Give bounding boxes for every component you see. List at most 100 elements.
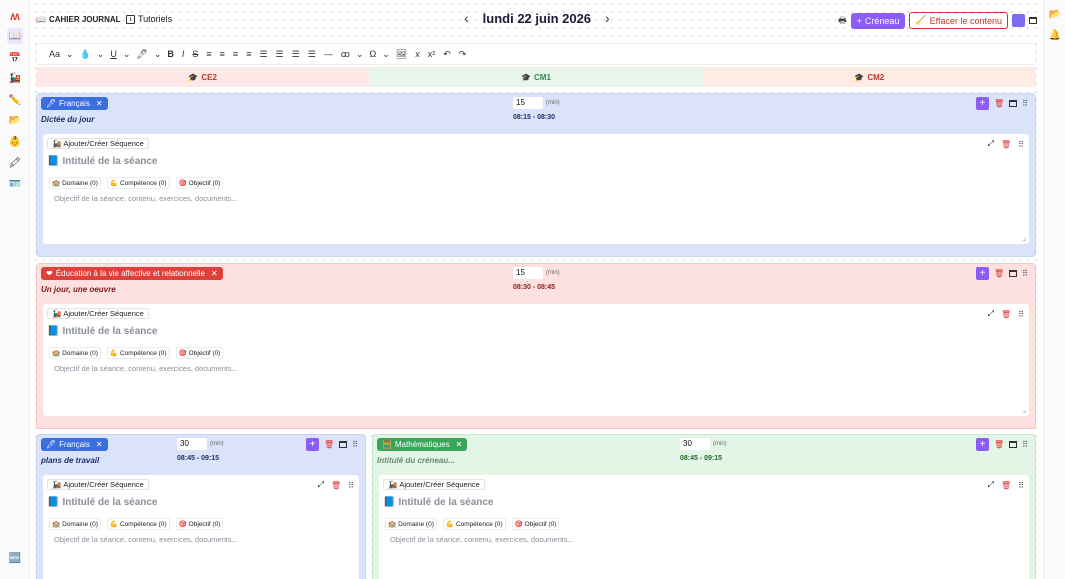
prev-day-button[interactable]: ‹ — [464, 10, 469, 26]
content-editor[interactable]: Objectif de la séance, contenu, exercice… — [54, 194, 238, 203]
domaine-tag[interactable]: 🏫 Domaine (0) — [49, 177, 101, 189]
expand-icon[interactable]: ⤢ — [988, 139, 994, 149]
level-cm1[interactable]: 🎓 CM1 — [369, 67, 703, 87]
competence-tag[interactable]: 💪 Compétence (0) — [442, 518, 506, 530]
resize-handle-icon[interactable]: ⌟ — [1023, 406, 1026, 414]
indent-tool[interactable]: ☰ — [288, 46, 304, 62]
book-icon[interactable]: 📖 — [7, 28, 23, 44]
subject-tag[interactable]: 🖊 Français ✕ — [41, 97, 108, 110]
chevron-down-icon[interactable]: ⌄ — [95, 46, 107, 62]
drag-handle-icon[interactable]: ⠿ — [352, 440, 358, 449]
trash-icon[interactable]: 🗑 — [324, 440, 334, 449]
add-creneau-button[interactable]: + Créneau — [850, 12, 906, 29]
drag-handle-icon[interactable]: ⠿ — [1022, 99, 1028, 108]
drag-handle-icon[interactable]: ⠿ — [1022, 440, 1028, 449]
numbered-list-tool[interactable]: ☰ — [272, 46, 288, 62]
subscript-tool[interactable]: x — [411, 46, 424, 62]
chevron-down-icon[interactable]: ⌄ — [64, 46, 76, 62]
drag-handle-icon[interactable]: ⠿ — [1022, 269, 1028, 278]
new-icon[interactable]: 🆕 — [7, 550, 23, 566]
trash-icon[interactable]: 🗑 — [994, 269, 1004, 278]
folder-open-icon[interactable]: 📂 — [1047, 6, 1063, 22]
close-icon[interactable]: ✕ — [211, 269, 218, 278]
slot-title[interactable]: Intitulé du créneau... — [377, 456, 455, 465]
duration-input[interactable]: 15 — [513, 267, 543, 279]
link-tool[interactable]: ꝏ — [337, 46, 354, 62]
expand-icon[interactable]: ⤢ — [318, 480, 324, 490]
add-sequence-button[interactable]: 🚂 Ajouter/Créer Séquence — [47, 138, 149, 149]
competence-tag[interactable]: 💪 Compétence (0) — [106, 518, 170, 530]
folder-icon[interactable]: 📂 — [7, 112, 23, 128]
slot-title[interactable]: plans de travail — [41, 456, 99, 465]
trash-icon[interactable]: 🗑 — [994, 99, 1004, 108]
italic-tool[interactable]: I — [178, 46, 189, 62]
id-card-icon[interactable]: 🪪 — [7, 176, 23, 192]
student-icon[interactable]: 👶 — [7, 134, 23, 150]
bold-tool[interactable]: B — [163, 46, 178, 62]
subject-tag[interactable]: ❤ Éducation à la vie affective et relati… — [41, 267, 223, 280]
clear-content-button[interactable]: 🧹 Effacer le contenu — [909, 12, 1008, 29]
superscript-tool[interactable]: x² — [424, 46, 440, 62]
objectif-tag[interactable]: 🎯 Objectif (0) — [511, 518, 560, 530]
special-char-tool[interactable]: Ω — [365, 46, 380, 62]
calendar-icon[interactable]: 📅 — [7, 50, 23, 66]
layout-toggle-button[interactable] — [1012, 14, 1025, 27]
session-title-input[interactable]: 📘 Intitulé de la séance — [47, 497, 158, 508]
trash-icon[interactable]: 🗑 — [994, 440, 1004, 449]
trash-icon[interactable]: 🗑 — [1001, 310, 1011, 319]
session-title-input[interactable]: 📘 Intitulé de la séance — [383, 497, 494, 508]
trash-icon[interactable]: 🗑 — [1001, 140, 1011, 149]
tutorials-link[interactable]: i Tutoriels — [126, 14, 172, 24]
expand-icon[interactable]: ⤢ — [988, 309, 994, 319]
undo-tool[interactable]: ↶ — [439, 46, 455, 62]
expand-icon[interactable]: ⤢ — [988, 480, 994, 490]
checklist-tool[interactable]: ☰ — [304, 46, 320, 62]
objectif-tag[interactable]: 🎯 Objectif (0) — [175, 177, 224, 189]
subject-tag[interactable]: 🧮 Mathématiques ✕ — [377, 438, 468, 451]
session-title-input[interactable]: 📘 Intitulé de la séance — [47, 326, 158, 337]
slot-title[interactable]: Dictée du jour — [41, 115, 94, 124]
drag-handle-icon[interactable]: ⠿ — [348, 481, 354, 490]
trash-icon[interactable]: 🗑 — [331, 481, 341, 490]
content-editor[interactable]: Objectif de la séance, contenu, exercice… — [54, 364, 238, 373]
slot-title[interactable]: Un jour, une oeuvre — [41, 285, 116, 294]
trash-icon[interactable]: 🗑 — [1001, 481, 1011, 490]
hr-tool[interactable]: — — [320, 46, 337, 62]
justify-tool[interactable]: ≡ — [242, 46, 255, 62]
add-session-button[interactable]: + — [305, 438, 319, 451]
duration-input[interactable]: 30 — [680, 438, 710, 450]
window-icon[interactable] — [1009, 100, 1018, 107]
add-sequence-button[interactable]: 🚂 Ajouter/Créer Séquence — [47, 479, 149, 490]
add-sequence-button[interactable]: 🚂 Ajouter/Créer Séquence — [47, 308, 149, 319]
drag-handle-icon[interactable]: ⠿ — [1018, 310, 1024, 319]
objectif-tag[interactable]: 🎯 Objectif (0) — [175, 518, 224, 530]
close-icon[interactable]: ✕ — [456, 440, 463, 449]
competence-tag[interactable]: 💪 Compétence (0) — [106, 347, 170, 359]
font-size-tool[interactable]: Aa — [45, 46, 64, 62]
domaine-tag[interactable]: 🏫 Domaine (0) — [49, 347, 101, 359]
window-icon[interactable] — [339, 441, 348, 448]
strike-tool[interactable]: S — [188, 46, 202, 62]
redo-tool[interactable]: ↷ — [455, 46, 471, 62]
domaine-tag[interactable]: 🏫 Domaine (0) — [385, 518, 437, 530]
domaine-tag[interactable]: 🏫 Domaine (0) — [49, 518, 101, 530]
subject-tag[interactable]: 🖊 Français ✕ — [41, 438, 108, 451]
bell-icon[interactable]: 🔔 — [1047, 27, 1063, 43]
window-icon[interactable] — [1029, 17, 1037, 24]
image-tool[interactable]: 🖼 — [392, 46, 411, 62]
underline-tool[interactable]: U — [106, 46, 121, 62]
chevron-down-icon[interactable]: ⌄ — [380, 46, 392, 62]
add-session-button[interactable]: + — [975, 267, 989, 280]
window-icon[interactable] — [1009, 441, 1018, 448]
chevron-down-icon[interactable]: ⌄ — [121, 46, 133, 62]
train-icon[interactable]: 🚂 — [7, 70, 23, 86]
bullet-list-tool[interactable]: ☰ — [255, 46, 271, 62]
objectif-tag[interactable]: 🎯 Objectif (0) — [175, 347, 224, 359]
content-editor[interactable]: Objectif de la séance, contenu, exercice… — [54, 535, 238, 544]
resize-handle-icon[interactable]: ⌟ — [1023, 575, 1026, 579]
session-title-input[interactable]: 📘 Intitulé de la séance — [47, 156, 158, 167]
chevron-down-icon[interactable]: ⌄ — [354, 46, 366, 62]
next-day-button[interactable]: › — [605, 10, 610, 26]
competence-tag[interactable]: 💪 Compétence (0) — [106, 177, 170, 189]
duration-input[interactable]: 15 — [513, 97, 543, 109]
